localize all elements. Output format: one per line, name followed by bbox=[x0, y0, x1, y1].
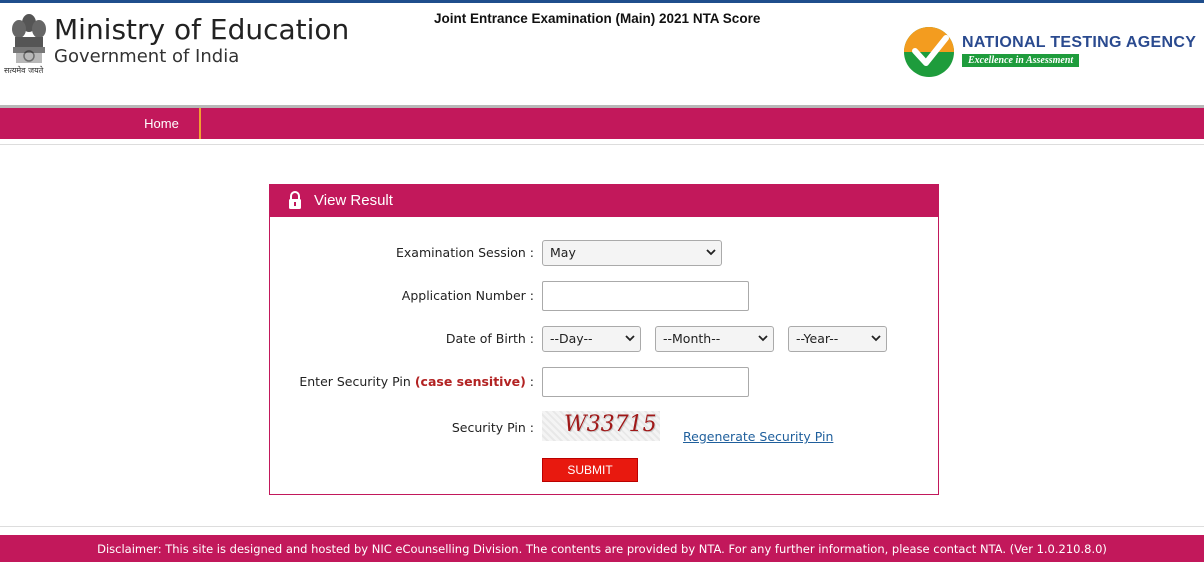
ministry-subtitle: Government of India bbox=[54, 46, 240, 67]
security-pin-label: Enter Security Pin (case sensitive) : bbox=[299, 374, 534, 389]
dob-day-value: --Day-- bbox=[550, 331, 593, 346]
session-label: Examination Session : bbox=[396, 245, 534, 260]
nav-bar: Home bbox=[0, 108, 1204, 139]
security-pin-label-colon: : bbox=[529, 374, 534, 389]
application-number-label: Application Number : bbox=[401, 288, 534, 303]
session-select[interactable]: May bbox=[542, 240, 722, 266]
dob-month-value: --Month-- bbox=[663, 331, 721, 346]
view-result-panel: View Result Examination Session : May Ap… bbox=[269, 184, 939, 495]
dob-label: Date of Birth : bbox=[445, 331, 534, 346]
captcha-image: W33715 bbox=[542, 411, 660, 441]
site-header: सत्यमेव जयते Ministry of Education Gover… bbox=[0, 3, 1204, 106]
nta-logo-icon bbox=[904, 27, 954, 77]
captcha-text: W33715 bbox=[564, 412, 657, 437]
session-select-value: May bbox=[550, 245, 576, 260]
dob-day-select[interactable]: --Day-- bbox=[542, 326, 641, 352]
dob-year-value: --Year-- bbox=[796, 331, 839, 346]
footer-disclaimer: Disclaimer: This site is designed and ho… bbox=[0, 535, 1204, 562]
agency-tagline: Excellence in Assessment bbox=[962, 54, 1080, 67]
dob-month-select[interactable]: --Month-- bbox=[655, 326, 774, 352]
dob-year-select[interactable]: --Year-- bbox=[788, 326, 887, 352]
submit-button[interactable]: SUBMIT bbox=[542, 458, 638, 482]
chevron-down-icon bbox=[871, 335, 881, 342]
nav-divider bbox=[0, 144, 1204, 145]
security-pin-input[interactable] bbox=[542, 367, 749, 397]
chevron-down-icon bbox=[706, 249, 716, 256]
case-sensitive-note: (case sensitive) bbox=[414, 374, 526, 389]
agency-name: NATIONAL TESTING AGENCY bbox=[962, 34, 1197, 51]
ministry-title: Ministry of Education bbox=[54, 13, 350, 46]
exam-title: Joint Entrance Examination (Main) 2021 N… bbox=[434, 11, 761, 26]
captcha-label: Security Pin : bbox=[451, 420, 534, 435]
chevron-down-icon bbox=[625, 335, 635, 342]
panel-title: View Result bbox=[314, 192, 393, 209]
application-number-input[interactable] bbox=[542, 281, 749, 311]
panel-header: View Result bbox=[270, 185, 938, 217]
emblem-caption: सत्यमेव जयते bbox=[4, 66, 44, 75]
regenerate-security-pin-link[interactable]: Regenerate Security Pin bbox=[683, 429, 833, 444]
nav-home-link[interactable]: Home bbox=[124, 108, 201, 139]
lock-icon bbox=[289, 191, 301, 209]
footer-divider bbox=[0, 526, 1204, 527]
chevron-down-icon bbox=[758, 335, 768, 342]
security-pin-label-text: Enter Security Pin bbox=[299, 374, 411, 389]
